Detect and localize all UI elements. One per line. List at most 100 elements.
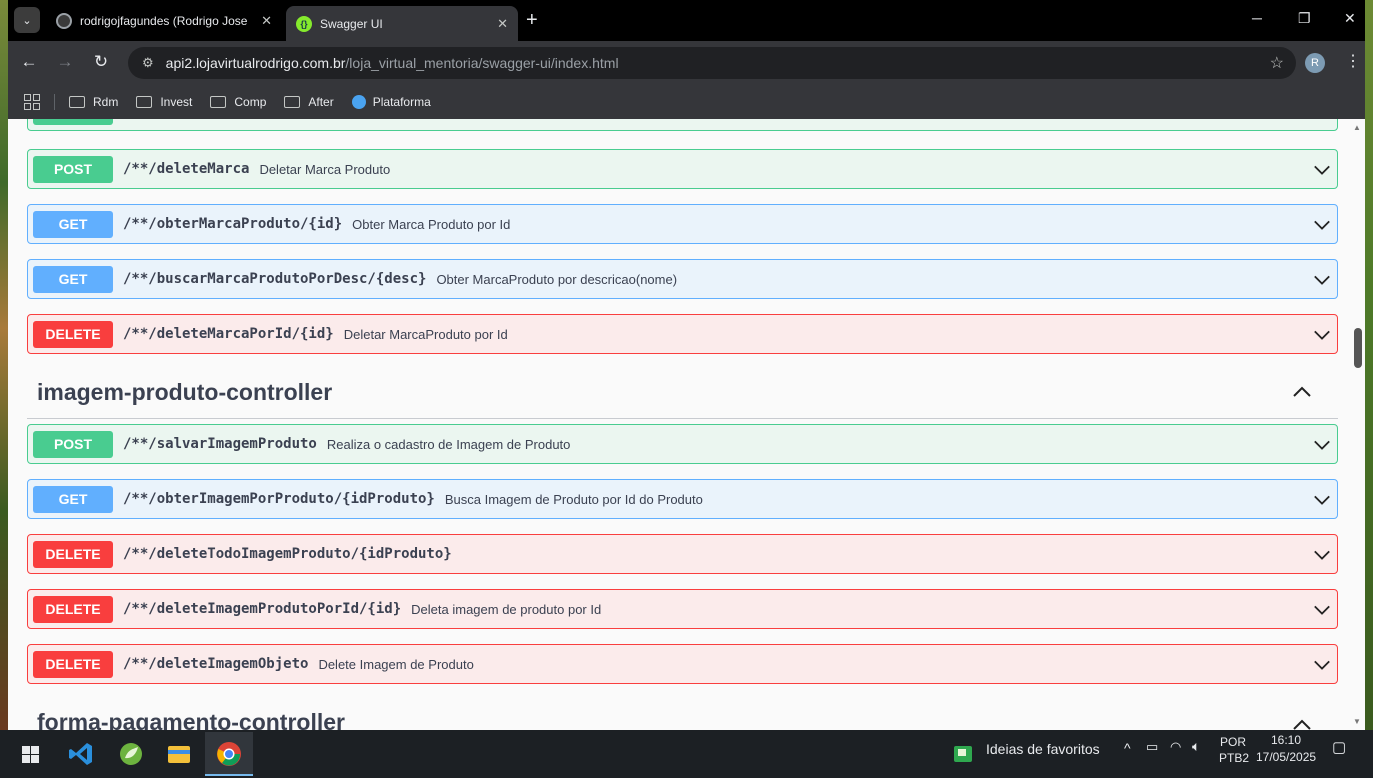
folder-icon bbox=[284, 96, 301, 108]
apps-grid-icon[interactable] bbox=[24, 94, 40, 110]
github-icon bbox=[56, 12, 72, 29]
language-bottom[interactable]: PTB2 bbox=[1219, 751, 1249, 765]
windows-start-icon[interactable] bbox=[22, 746, 39, 763]
desktop-wallpaper-right bbox=[1365, 0, 1373, 730]
chevron-up-icon[interactable] bbox=[1292, 382, 1312, 402]
bookmark-label: Comp bbox=[234, 95, 267, 109]
bookmark-label: Invest bbox=[160, 95, 193, 109]
operation-row[interactable]: GET /**/obterImagemPorProduto/{idProduto… bbox=[27, 479, 1338, 519]
operation-path: /**/salvarImagemProduto bbox=[123, 436, 317, 452]
method-badge: GET bbox=[33, 485, 113, 513]
clock-time[interactable]: 16:10 bbox=[1271, 733, 1301, 747]
tab-title: rodrigojfagundes (Rodrigo Jose bbox=[80, 13, 248, 28]
bookmark-folder-comp[interactable]: Comp bbox=[210, 95, 266, 109]
window-close-icon[interactable]: ✕ bbox=[1344, 10, 1356, 27]
vertical-scrollbar[interactable]: ▲ ▼ bbox=[1351, 119, 1365, 730]
chevron-down-icon[interactable] bbox=[1313, 601, 1331, 619]
chevron-down-icon[interactable] bbox=[1313, 326, 1331, 344]
scroll-up-icon[interactable]: ▲ bbox=[1353, 123, 1361, 132]
operation-summary: Busca Imagem de Produto por Id do Produt… bbox=[444, 491, 703, 507]
chevron-down-icon[interactable] bbox=[1313, 271, 1331, 289]
operation-path: /**/deleteMarcaPorId/{id} bbox=[123, 326, 334, 342]
notification-center-icon[interactable]: ▢ bbox=[1332, 738, 1346, 756]
scrollbar-thumb[interactable] bbox=[1354, 328, 1362, 368]
site-info-icon[interactable]: ⚙ bbox=[142, 55, 154, 71]
operation-post-partial[interactable] bbox=[27, 119, 1338, 131]
maximize-icon[interactable]: ❐ bbox=[1298, 10, 1311, 27]
clock-date[interactable]: 17/05/2025 bbox=[1256, 750, 1316, 764]
volume-icon[interactable]: 🔈︎ bbox=[1192, 738, 1200, 755]
operation-row[interactable]: GET /**/buscarMarcaProdutoPorDesc/{desc}… bbox=[27, 259, 1338, 299]
section-title[interactable]: imagem-produto-controller bbox=[37, 379, 332, 406]
scroll-down-icon[interactable]: ▼ bbox=[1353, 717, 1361, 726]
address-bar[interactable]: ⚙ api2.lojavirtualrodrigo.com.br/loja_vi… bbox=[128, 47, 1296, 79]
operation-path: /**/obterMarcaProduto/{id} bbox=[123, 216, 343, 232]
bookmark-folder-rdm[interactable]: Rdm bbox=[69, 95, 118, 109]
chevron-down-icon[interactable] bbox=[1313, 161, 1331, 179]
operation-row[interactable]: DELETE /**/deleteTodoImagemProduto/{idPr… bbox=[27, 534, 1338, 574]
chevron-down-icon[interactable] bbox=[1313, 216, 1331, 234]
method-badge bbox=[33, 119, 113, 125]
tab-search-button[interactable]: ⌄ bbox=[14, 7, 40, 33]
url-host: api2.lojavirtualrodrigo.com.br bbox=[165, 55, 346, 71]
swagger-icon: {} bbox=[296, 15, 312, 32]
operation-row[interactable]: DELETE /**/deleteImagemObjeto Delete Ima… bbox=[27, 644, 1338, 684]
profile-avatar[interactable]: R bbox=[1305, 53, 1325, 73]
operation-row[interactable]: POST /**/salvarImagemProduto Realiza o c… bbox=[27, 424, 1338, 464]
operation-row[interactable]: GET /**/obterMarcaProduto/{id} Obter Mar… bbox=[27, 204, 1338, 244]
chevron-down-icon[interactable] bbox=[1313, 656, 1331, 674]
method-badge: DELETE bbox=[33, 650, 113, 678]
menu-icon[interactable]: ⋮ bbox=[1345, 51, 1361, 71]
operation-path: /**/deleteTodoImagemProduto/{idProduto} bbox=[123, 546, 452, 562]
bookmarks-divider bbox=[54, 94, 55, 110]
operation-summary: Deletar MarcaProduto por Id bbox=[343, 326, 508, 342]
desktop-wallpaper-left bbox=[0, 0, 8, 730]
section-title[interactable]: forma-pagamento-controller bbox=[37, 709, 345, 730]
operation-path: /**/deleteImagemProdutoPorId/{id} bbox=[123, 601, 402, 617]
operation-row[interactable]: POST /**/deleteMarca Deletar Marca Produ… bbox=[27, 149, 1338, 189]
tab-github[interactable]: rodrigojfagundes (Rodrigo Jose ✕ bbox=[46, 6, 282, 35]
back-icon[interactable]: ← bbox=[17, 52, 41, 72]
new-tab-button[interactable]: + bbox=[526, 9, 538, 32]
wifi-icon[interactable]: ◠ bbox=[1170, 739, 1181, 755]
method-badge: DELETE bbox=[33, 540, 113, 568]
folder-icon bbox=[136, 96, 153, 108]
language-top[interactable]: POR bbox=[1220, 735, 1246, 749]
method-badge: DELETE bbox=[33, 320, 113, 348]
bookmark-folder-invest[interactable]: Invest bbox=[136, 95, 192, 109]
bookmark-plataforma[interactable]: Plataforma bbox=[351, 95, 431, 109]
plataforma-icon bbox=[351, 95, 366, 109]
operation-path: /**/deleteMarca bbox=[123, 161, 250, 177]
reload-icon[interactable]: ↻ bbox=[89, 52, 113, 72]
chevron-down-icon[interactable] bbox=[1313, 436, 1331, 454]
chevron-up-icon[interactable] bbox=[1292, 715, 1312, 730]
method-badge: GET bbox=[33, 265, 113, 293]
operation-summary: Deleta imagem de produto por Id bbox=[411, 601, 602, 617]
close-icon[interactable]: ✕ bbox=[497, 16, 508, 32]
favorites-widget-icon[interactable] bbox=[948, 737, 978, 771]
spring-tools-icon[interactable] bbox=[114, 737, 148, 771]
folder-icon bbox=[69, 96, 85, 108]
chevron-down-icon[interactable] bbox=[1313, 491, 1331, 509]
battery-icon[interactable]: ▭ bbox=[1146, 739, 1158, 755]
operation-row[interactable]: DELETE /**/deleteImagemProdutoPorId/{id}… bbox=[27, 589, 1338, 629]
url-path: /loja_virtual_mentoria/swagger-ui/index.… bbox=[345, 55, 619, 71]
method-badge: GET bbox=[33, 210, 113, 238]
operation-row[interactable]: DELETE /**/deleteMarcaPorId/{id} Deletar… bbox=[27, 314, 1338, 354]
forward-icon[interactable]: → bbox=[53, 52, 77, 72]
close-icon[interactable]: ✕ bbox=[261, 13, 272, 29]
minimize-icon[interactable]: ─ bbox=[1252, 10, 1262, 26]
favorites-notification[interactable]: Ideias de favoritos bbox=[986, 741, 1100, 757]
bookmark-folder-after[interactable]: After bbox=[284, 95, 334, 109]
chrome-icon[interactable] bbox=[212, 737, 246, 771]
taskbar: Ideias de favoritos ^ ▭ ◠ 🔈︎ POR PTB2 16… bbox=[0, 730, 1373, 778]
chevron-down-icon[interactable] bbox=[1313, 546, 1331, 564]
operation-path: /**/obterImagemPorProduto/{idProduto} bbox=[123, 491, 435, 507]
file-explorer-icon[interactable] bbox=[162, 737, 196, 771]
bookmark-star-icon[interactable]: ☆ bbox=[1270, 53, 1284, 73]
method-badge: DELETE bbox=[33, 595, 113, 623]
vscode-icon[interactable] bbox=[64, 737, 98, 771]
section-divider bbox=[27, 418, 1338, 419]
tab-swagger[interactable]: {} Swagger UI ✕ bbox=[286, 6, 518, 41]
chevron-up-icon[interactable]: ^ bbox=[1124, 740, 1131, 756]
